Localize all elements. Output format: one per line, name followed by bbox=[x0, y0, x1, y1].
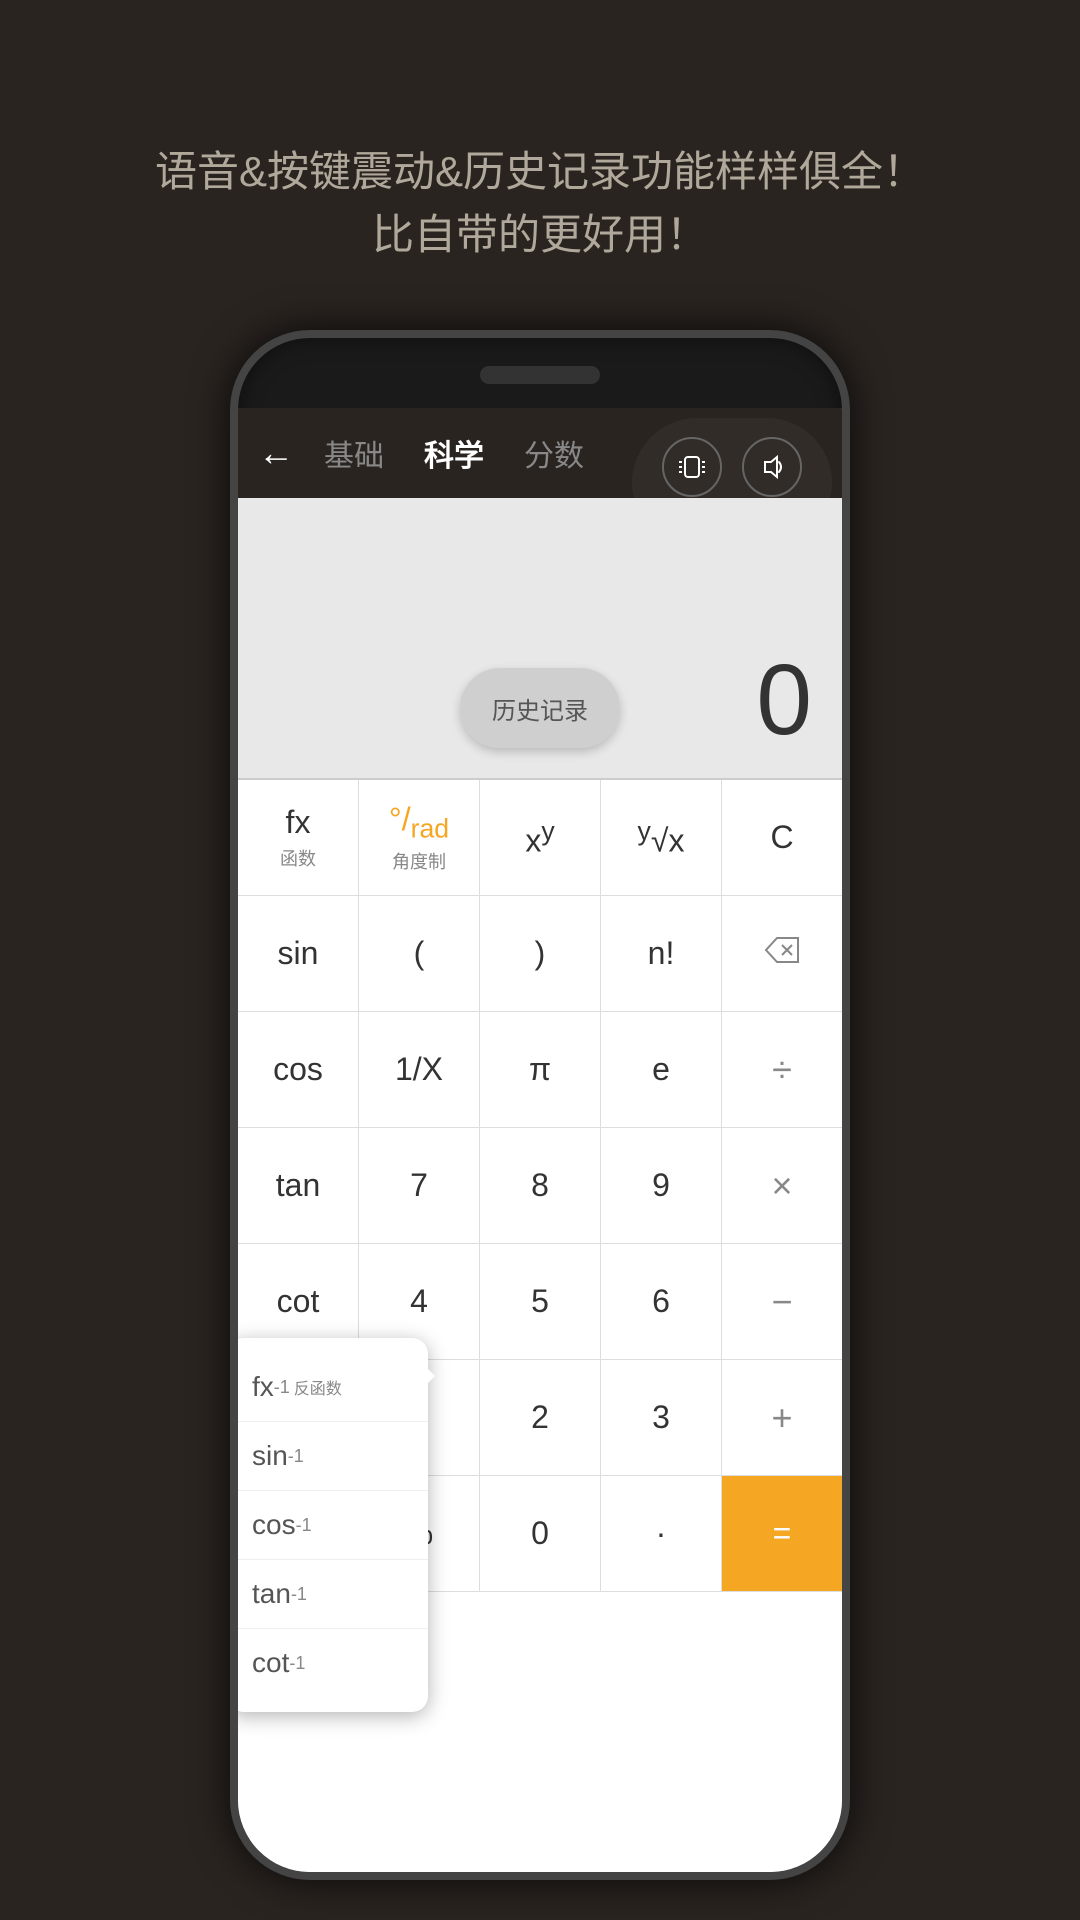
inv-tan[interactable]: tan-1 bbox=[238, 1560, 428, 1629]
key-cos[interactable]: cos bbox=[238, 1012, 359, 1127]
header-text: 语音&按键震动&历史记录功能样样俱全！ 比自带的更好用！ bbox=[0, 0, 1080, 326]
inv-fx[interactable]: fx-1反函数 bbox=[238, 1353, 428, 1422]
key-7[interactable]: 7 bbox=[359, 1128, 480, 1243]
display-area: 历史记录 0 bbox=[238, 498, 842, 778]
key-backspace[interactable] bbox=[722, 896, 842, 1011]
key-7-label: 7 bbox=[410, 1167, 428, 1204]
voice-icon bbox=[742, 437, 802, 497]
key-factorial[interactable]: n! bbox=[601, 896, 722, 1011]
key-6[interactable]: 6 bbox=[601, 1244, 722, 1359]
key-clear-label: C bbox=[770, 819, 793, 856]
key-tan[interactable]: tan bbox=[238, 1128, 359, 1243]
key-multiply[interactable]: × bbox=[722, 1128, 842, 1243]
tab-basic[interactable]: 基础 bbox=[324, 431, 384, 475]
key-row-1: fx 函数 °/rad 角度制 xy y√x C bbox=[238, 780, 842, 896]
key-clear[interactable]: C bbox=[722, 780, 842, 895]
divide-icon: ÷ bbox=[772, 1049, 792, 1091]
key-5-label: 5 bbox=[531, 1283, 549, 1320]
key-divide[interactable]: ÷ bbox=[722, 1012, 842, 1127]
top-bar: ← 基础 科学 分数 bbox=[238, 408, 842, 498]
tab-fraction[interactable]: 分数 bbox=[524, 431, 584, 475]
display-value: 0 bbox=[756, 643, 812, 758]
vibrate-icon bbox=[662, 437, 722, 497]
key-open-paren[interactable]: ( bbox=[359, 896, 480, 1011]
key-9[interactable]: 9 bbox=[601, 1128, 722, 1243]
key-equals[interactable]: = bbox=[722, 1476, 842, 1591]
key-cos-label: cos bbox=[273, 1051, 323, 1088]
key-5[interactable]: 5 bbox=[480, 1244, 601, 1359]
inv-sin[interactable]: sin-1 bbox=[238, 1422, 428, 1491]
key-fx[interactable]: fx 函数 bbox=[238, 780, 359, 895]
key-8[interactable]: 8 bbox=[480, 1128, 601, 1243]
backspace-icon bbox=[764, 935, 800, 972]
key-factorial-label: n! bbox=[648, 935, 675, 972]
key-dot-label: · bbox=[656, 1515, 667, 1552]
multiply-icon: × bbox=[771, 1165, 792, 1207]
phone-frame: ← 基础 科学 分数 bbox=[230, 330, 850, 1880]
key-reciprocal[interactable]: 1/X bbox=[359, 1012, 480, 1127]
key-cot-label: cot bbox=[277, 1283, 320, 1320]
key-0[interactable]: 0 bbox=[480, 1476, 601, 1591]
subtract-icon: − bbox=[771, 1281, 792, 1323]
key-8-label: 8 bbox=[531, 1167, 549, 1204]
key-row-3: cos 1/X π e ÷ bbox=[238, 1012, 842, 1128]
key-close-paren[interactable]: ) bbox=[480, 896, 601, 1011]
key-root[interactable]: y√x bbox=[601, 780, 722, 895]
key-add[interactable]: + bbox=[722, 1360, 842, 1475]
history-button[interactable]: 历史记录 bbox=[460, 668, 620, 748]
key-sin[interactable]: sin bbox=[238, 896, 359, 1011]
key-6-label: 6 bbox=[652, 1283, 670, 1320]
key-pi-label: π bbox=[529, 1051, 551, 1088]
phone-screen: ← 基础 科学 分数 bbox=[238, 408, 842, 1872]
key-angle-sub: 角度制 bbox=[392, 848, 446, 874]
key-angle[interactable]: °/rad 角度制 bbox=[359, 780, 480, 895]
key-3-label: 3 bbox=[652, 1399, 670, 1436]
key-open-paren-label: ( bbox=[414, 935, 425, 972]
key-row-4: tan 7 8 9 × bbox=[238, 1128, 842, 1244]
key-9-label: 9 bbox=[652, 1167, 670, 1204]
inv-cos[interactable]: cos-1 bbox=[238, 1491, 428, 1560]
key-2-label: 2 bbox=[531, 1399, 549, 1436]
key-pi[interactable]: π bbox=[480, 1012, 601, 1127]
side-button-left bbox=[230, 538, 234, 598]
inverse-popup: fx-1反函数 sin-1 cos-1 tan-1 cot-1 bbox=[238, 1338, 428, 1712]
key-e[interactable]: e bbox=[601, 1012, 722, 1127]
header-line1: 语音&按键震动&历史记录功能样样俱全！ bbox=[0, 140, 1080, 203]
key-0-label: 0 bbox=[531, 1515, 549, 1552]
key-root-label: y√x bbox=[638, 816, 685, 860]
header-line2: 比自带的更好用！ bbox=[0, 203, 1080, 266]
key-fx-label: fx bbox=[286, 804, 311, 841]
key-2[interactable]: 2 bbox=[480, 1360, 601, 1475]
key-reciprocal-label: 1/X bbox=[395, 1051, 443, 1088]
equals-icon: = bbox=[773, 1515, 792, 1552]
key-tan-label: tan bbox=[276, 1167, 320, 1204]
key-3[interactable]: 3 bbox=[601, 1360, 722, 1475]
phone-speaker bbox=[480, 366, 600, 384]
key-subtract[interactable]: − bbox=[722, 1244, 842, 1359]
key-close-paren-label: ) bbox=[535, 935, 546, 972]
key-4-label: 4 bbox=[410, 1283, 428, 1320]
tab-science[interactable]: 科学 bbox=[424, 431, 484, 475]
key-e-label: e bbox=[652, 1051, 670, 1088]
add-icon: + bbox=[771, 1397, 792, 1439]
back-button[interactable]: ← bbox=[258, 432, 294, 474]
inv-cot[interactable]: cot-1 bbox=[238, 1629, 428, 1697]
side-button-right bbox=[846, 518, 850, 598]
key-sin-label: sin bbox=[278, 935, 319, 972]
key-row-2: sin ( ) n! bbox=[238, 896, 842, 1012]
key-fx-sub: 函数 bbox=[280, 845, 316, 871]
key-pow[interactable]: xy bbox=[480, 780, 601, 895]
key-angle-label: °/rad bbox=[389, 801, 449, 844]
key-dot[interactable]: · bbox=[601, 1476, 722, 1591]
key-pow-label: xy bbox=[525, 816, 554, 860]
